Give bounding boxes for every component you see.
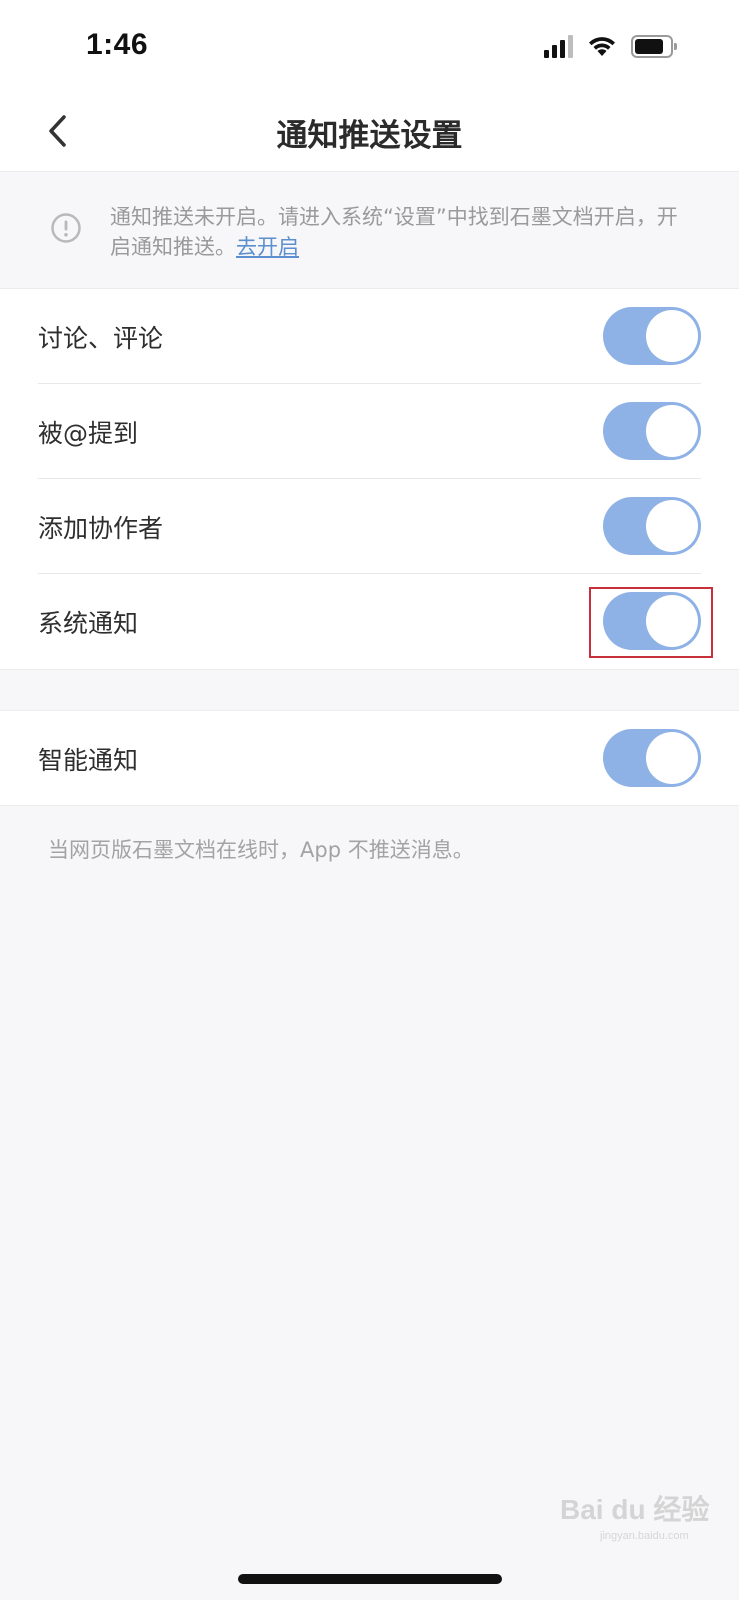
page-title: 通知推送设置 xyxy=(276,118,463,154)
info-circle-icon xyxy=(51,213,81,243)
footer-note: 当网页版石墨文档在线时，App 不推送消息。 xyxy=(48,838,474,862)
baidu-watermark-url: jingyan.baidu.com xyxy=(600,1530,689,1542)
setting-label-collaborators: 添加协作者 xyxy=(38,514,164,543)
setting-row-comments: 讨论、评论 xyxy=(0,289,739,384)
battery-icon xyxy=(631,34,677,58)
setting-row-smart: 智能通知 xyxy=(0,711,739,806)
notification-warning-banner: 通知推送未开启。请进入系统“设置”中找到石墨文档开启，开启通知推送。去开启 xyxy=(0,172,739,288)
toggle-comments[interactable] xyxy=(603,307,701,365)
toggle-knob xyxy=(646,405,698,457)
setting-label-mentions: 被@提到 xyxy=(38,419,139,448)
warning-text: 通知推送未开启。请进入系统“设置”中找到石墨文档开启，开启通知推送。去开启 xyxy=(110,202,690,262)
toggle-knob xyxy=(646,310,698,362)
toggle-knob xyxy=(646,732,698,784)
go-enable-link[interactable]: 去开启 xyxy=(236,235,299,259)
status-icons xyxy=(544,34,677,58)
signal-icon xyxy=(544,34,573,58)
setting-label-system: 系统通知 xyxy=(38,609,139,638)
highlight-box xyxy=(589,587,713,658)
toggle-collaborators[interactable] xyxy=(603,497,701,555)
nav-bar: 通知推送设置 xyxy=(0,90,739,172)
wifi-icon xyxy=(589,37,615,56)
toggle-smart[interactable] xyxy=(603,729,701,787)
baidu-watermark: Bai du 经验 xyxy=(560,1494,710,1525)
warning-message: 通知推送未开启。请进入系统“设置”中找到石墨文档开启，开启通知推送。 xyxy=(110,205,678,259)
setting-label-comments: 讨论、评论 xyxy=(38,324,164,353)
home-indicator[interactable] xyxy=(238,1574,502,1584)
toggle-knob xyxy=(646,500,698,552)
toggle-mentions[interactable] xyxy=(603,402,701,460)
setting-row-collaborators: 添加协作者 xyxy=(0,479,739,574)
setting-label-smart: 智能通知 xyxy=(38,746,139,775)
setting-row-mentions: 被@提到 xyxy=(0,384,739,479)
status-time: 1:46 xyxy=(86,28,149,61)
status-bar: 1:46 xyxy=(0,0,739,90)
smart-notification-group: 智能通知 xyxy=(0,710,739,806)
